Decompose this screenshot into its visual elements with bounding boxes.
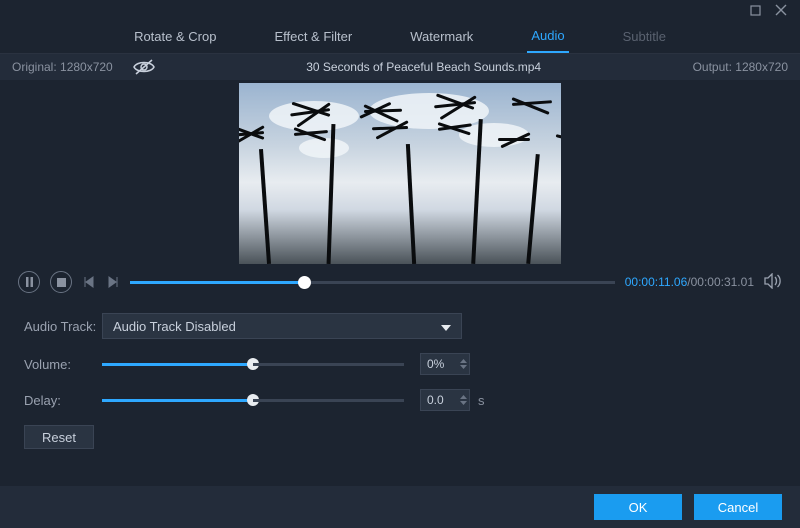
player-controls: 00:00:11.06/00:00:31.01 bbox=[0, 265, 800, 299]
delay-label: Delay: bbox=[24, 393, 102, 408]
filename-label: 30 Seconds of Peaceful Beach Sounds.mp4 bbox=[155, 60, 693, 74]
footer: OK Cancel bbox=[0, 486, 800, 528]
volume-value: 0% bbox=[427, 357, 459, 371]
chevron-down-icon bbox=[441, 319, 451, 334]
stop-button[interactable] bbox=[50, 271, 72, 293]
close-button[interactable] bbox=[774, 3, 788, 17]
audio-settings-panel: Audio Track: Audio Track Disabled Volume… bbox=[0, 299, 800, 455]
ok-button[interactable]: OK bbox=[594, 494, 682, 520]
cancel-button[interactable]: Cancel bbox=[694, 494, 782, 520]
delay-unit: s bbox=[478, 393, 485, 408]
maximize-button[interactable] bbox=[748, 3, 762, 17]
visibility-toggle-icon[interactable] bbox=[133, 59, 155, 75]
audio-track-label: Audio Track: bbox=[24, 319, 102, 334]
preview-frame bbox=[239, 83, 561, 264]
tab-effect-filter[interactable]: Effect & Filter bbox=[270, 21, 356, 52]
volume-icon[interactable] bbox=[764, 273, 782, 292]
delay-step-down-icon[interactable] bbox=[459, 400, 467, 406]
delay-slider[interactable] bbox=[102, 399, 404, 402]
volume-slider[interactable] bbox=[102, 363, 404, 366]
tab-bar: Rotate & Crop Effect & Filter Watermark … bbox=[0, 20, 800, 54]
current-time: 00:00:11.06 bbox=[625, 275, 688, 289]
next-frame-button[interactable] bbox=[106, 275, 120, 289]
tab-subtitle[interactable]: Subtitle bbox=[619, 21, 670, 52]
output-resolution-label: Output: 1280x720 bbox=[693, 60, 788, 74]
tab-rotate-crop[interactable]: Rotate & Crop bbox=[130, 21, 220, 52]
time-display: 00:00:11.06/00:00:31.01 bbox=[625, 275, 754, 289]
reset-button[interactable]: Reset bbox=[24, 425, 94, 449]
duration: /00:00:31.01 bbox=[687, 275, 754, 289]
audio-track-select[interactable]: Audio Track Disabled bbox=[102, 313, 462, 339]
volume-input[interactable]: 0% bbox=[420, 353, 470, 375]
delay-value: 0.0 bbox=[427, 393, 459, 407]
prev-frame-button[interactable] bbox=[82, 275, 96, 289]
delay-input[interactable]: 0.0 bbox=[420, 389, 470, 411]
original-resolution-label: Original: 1280x720 bbox=[12, 60, 113, 74]
volume-label: Volume: bbox=[24, 357, 102, 372]
pause-button[interactable] bbox=[18, 271, 40, 293]
seek-slider[interactable] bbox=[130, 281, 615, 284]
audio-track-value: Audio Track Disabled bbox=[113, 319, 236, 334]
tab-audio[interactable]: Audio bbox=[527, 20, 568, 53]
info-bar: Original: 1280x720 30 Seconds of Peacefu… bbox=[0, 54, 800, 80]
tab-watermark[interactable]: Watermark bbox=[406, 21, 477, 52]
video-preview bbox=[0, 80, 800, 265]
volume-step-down-icon[interactable] bbox=[459, 364, 467, 370]
